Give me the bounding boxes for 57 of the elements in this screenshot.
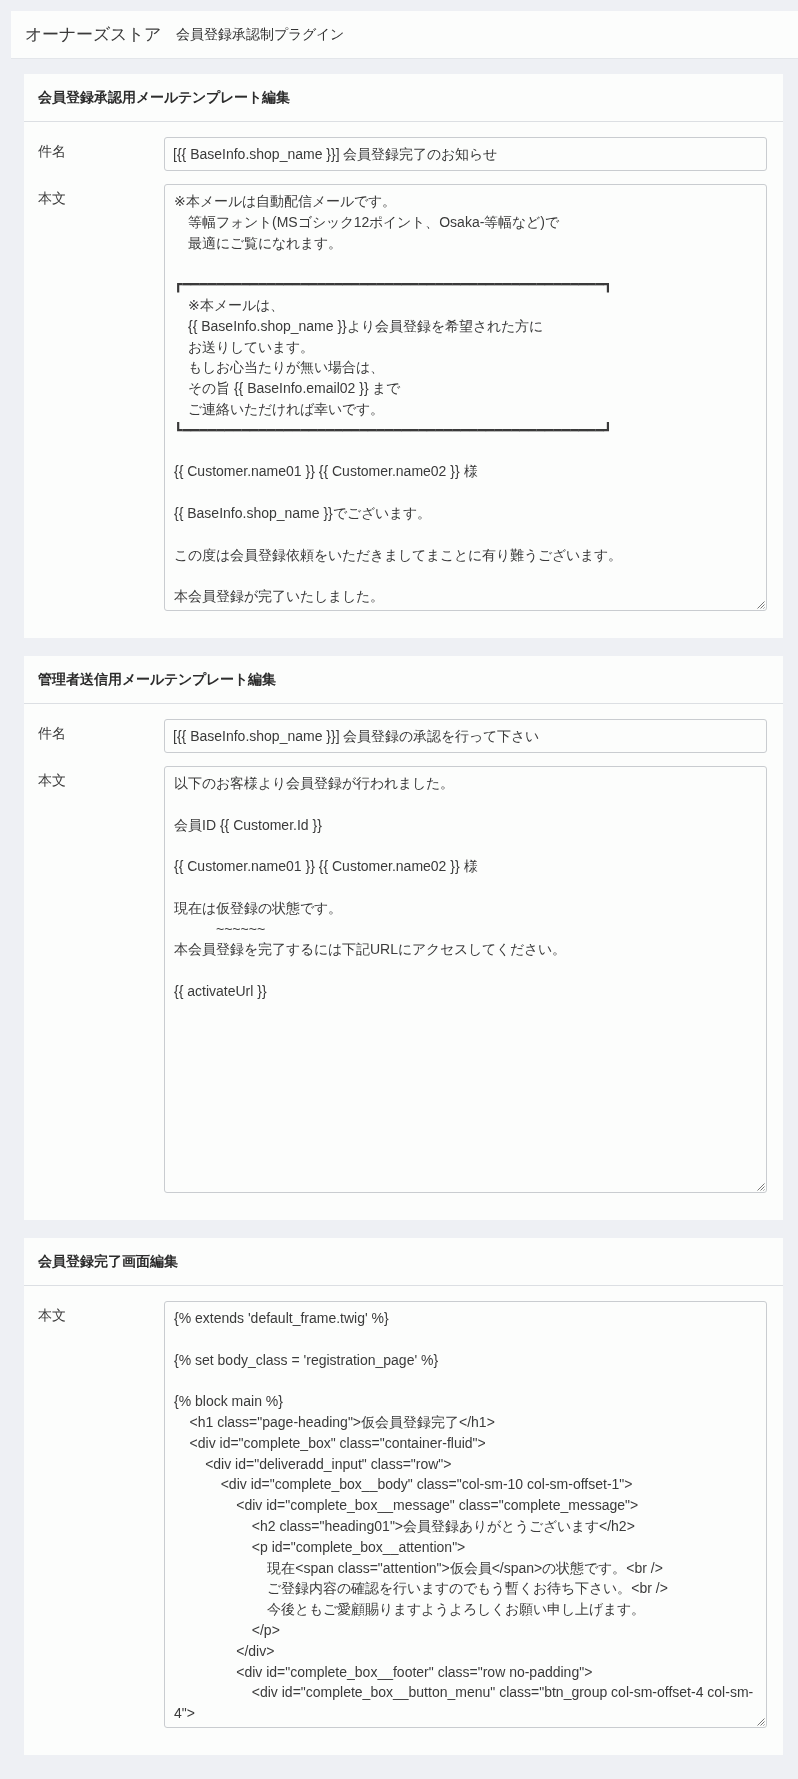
text-line: ┗━━━━━━━━━━━━━━━━━━━━━━━━━━━━━━━━━━━━━━━━━━━━━━━━━━┛ xyxy=(174,421,613,438)
text-line: ご登録内容の確認を行いますのでもう暫くお待ち下さい。<br /> xyxy=(266,1580,668,1597)
text-line: 最適にご覧になれます。 xyxy=(187,234,342,251)
body-textarea[interactable] xyxy=(164,1301,767,1728)
text-line: </div> xyxy=(235,1642,275,1659)
text-line: {{ BaseInfo.shop_name }}でございます。 xyxy=(174,504,431,521)
text-line: {{ Customer.name01 }} {{ Customer.name02 }} 様 xyxy=(174,463,478,480)
text-line: </p> xyxy=(250,1621,280,1638)
subject-input[interactable]: [{{ BaseInfo.shop_name }}] 会員登録完了のお知らせ xyxy=(164,137,767,171)
text-line: <div id="complete_box__body" class="col-sm-10 col-sm-offset-1"> xyxy=(219,1476,633,1493)
text-line: 等幅フォント(MSゴシック12ポイント、Osaka-等幅など)で xyxy=(187,213,560,230)
store-title: オーナーズストア xyxy=(25,24,161,46)
section-title: 管理者送信用メールテンプレート編集 xyxy=(38,670,276,689)
subject-label: 件名 xyxy=(38,724,67,743)
body-label: 本文 xyxy=(38,771,67,790)
text-line: ※本メールは自動配信メールです。 xyxy=(174,193,396,209)
body-label: 本文 xyxy=(38,1306,67,1325)
text-line: 本会員登録が完了いたしました。 xyxy=(174,588,384,605)
text-line: {% set body_class = 'registration_page' %} xyxy=(174,1351,439,1368)
text-line: <h2 class="heading01">会員登録ありがとうございます</h2> xyxy=(250,1517,635,1534)
subject-input[interactable]: [{{ BaseInfo.shop_name }}] 会員登録の承認を行って下さい xyxy=(164,719,767,753)
section-title: 会員登録完了画面編集 xyxy=(38,1252,178,1271)
text-line: <div id="complete_box" class="container-fluid"> xyxy=(188,1434,486,1451)
body-label: 本文 xyxy=(38,189,67,208)
text-line: その旨 {{ BaseInfo.email02 }} まで xyxy=(187,380,401,397)
text-line: <div id="complete_box__footer" class="row no-padding"> xyxy=(235,1663,593,1680)
subject-label: 件名 xyxy=(38,142,67,161)
text-line: 現在は仮登録の状態です。 xyxy=(174,899,342,916)
resize-handle-icon[interactable] xyxy=(757,601,765,609)
text-line: ┏━━━━━━━━━━━━━━━━━━━━━━━━━━━━━━━━━━━━━━━━━━━━━━━━━━┓ xyxy=(174,276,613,293)
text-line: 今後ともご愛顧賜りますようよろしくお願い申し上げます。 xyxy=(266,1601,646,1618)
text-line: {{ Customer.name01 }} {{ Customer.name02 }} 様 xyxy=(174,858,478,875)
text-line: 以下のお客様より会員登録が行われました。 xyxy=(174,775,454,791)
body-textarea[interactable]: 以下のお客様より会員登録が行われました。 会員ID {{ Customer.Id }} {{ Customer.name01 }} {{ Customer.name02 }} 様 現在は仮登録の状態です。 ~~~~~~ 本会員登録を完了するには下記URLにアクセスしてください。 {{ activateUrl }} xyxy=(164,766,767,1193)
text-line: ~~~~~~ xyxy=(215,920,266,937)
text-line: <div id="complete_box__button_menu" class="btn_group col-sm-offset-4 col-sm-4"> xyxy=(174,1684,754,1722)
text-line: {% block main %} xyxy=(174,1393,283,1410)
resize-handle-icon[interactable] xyxy=(757,1718,765,1726)
text-line: もしお心当たりが無い場合は、 xyxy=(187,359,384,376)
text-line: ※本メールは、 xyxy=(187,297,284,313)
text-line: ご連絡いただければ幸いです。 xyxy=(187,400,384,417)
resize-handle-icon[interactable] xyxy=(757,1183,765,1191)
body-textarea[interactable] xyxy=(164,184,767,611)
plugin-name: 会員登録承認制プラグイン xyxy=(176,25,344,44)
text-line: 会員ID {{ Customer.Id }} xyxy=(174,816,322,833)
text-line: この度は会員登録依頼をいただきましてまことに有り難うございます。 xyxy=(174,546,622,563)
section-title: 会員登録承認用メールテンプレート編集 xyxy=(38,88,290,107)
text-line: <p id="complete_box__attention"> xyxy=(250,1538,466,1555)
text-line: {% extends 'default_frame.twig' %} xyxy=(174,1310,389,1326)
text-line: <div id="complete_box__message" class="complete_message"> xyxy=(235,1497,639,1514)
text-line: <h1 class="page-heading">仮会員登録完了</h1> xyxy=(188,1414,495,1430)
text-line: {{ BaseInfo.shop_name }}より会員登録を希望された方に xyxy=(187,317,543,334)
text-line: 現在<span class="attention">仮会員</span>の状態です。<br /> xyxy=(266,1559,663,1576)
text-line: {{ activateUrl }} xyxy=(174,982,267,999)
text-line: お送りしています。 xyxy=(187,338,314,355)
text-line: <div id="deliveradd_input" class="row"> xyxy=(204,1455,452,1472)
text-line: 本会員登録を完了するには下記URLにアクセスしてください。 xyxy=(174,941,566,958)
